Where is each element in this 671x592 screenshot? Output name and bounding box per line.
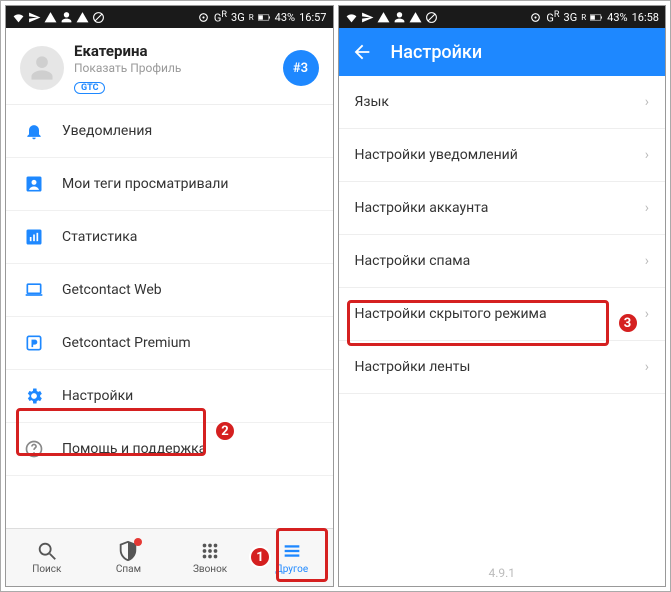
menu-item-label: Уведомления <box>62 123 152 139</box>
menu-item-label: Помощь и поддержка <box>62 441 206 457</box>
laptop-icon <box>24 280 44 300</box>
chevron-right-icon: › <box>645 306 649 322</box>
profile-info: Екатерина Показать Профиль GTC <box>74 42 273 94</box>
gtc-badge: GTC <box>74 82 105 94</box>
warning-icon <box>44 11 57 24</box>
tab-call[interactable]: Звонок <box>169 529 251 586</box>
bell-icon <box>24 121 44 141</box>
stats-icon <box>24 227 44 247</box>
app-bar: Настройки <box>339 28 666 76</box>
tab-label: Поиск <box>32 564 61 575</box>
location-icon <box>529 11 542 24</box>
location-icon <box>197 11 210 24</box>
bottom-nav: Поиск Спам Звонок Другое <box>6 528 333 586</box>
tab-label: Другое <box>275 564 308 575</box>
settings-list: Язык › Настройки уведомлений › Настройки… <box>339 76 666 554</box>
profile-header[interactable]: Екатерина Показать Профиль GTC #3 <box>6 28 333 105</box>
chevron-right-icon: › <box>645 147 649 163</box>
send-icon <box>361 11 374 24</box>
person-icon <box>60 11 73 24</box>
premium-icon <box>24 333 44 353</box>
warning-icon <box>377 11 390 24</box>
profile-name: Екатерина <box>74 42 273 60</box>
chevron-right-icon: › <box>645 253 649 269</box>
battery-text: 43% <box>275 11 295 24</box>
warning-icon <box>76 11 89 24</box>
menu-item-stats[interactable]: Статистика <box>6 211 333 264</box>
spam-badge <box>134 538 142 546</box>
menu-icon <box>281 540 303 562</box>
clock-text: 16:57 <box>299 11 326 24</box>
tab-label: Спам <box>116 564 141 575</box>
avatar-icon <box>28 54 56 82</box>
person-box-icon <box>24 174 44 194</box>
person-icon <box>393 11 406 24</box>
battery-icon <box>258 11 271 24</box>
battery-text: 43% <box>607 11 627 24</box>
chevron-right-icon: › <box>645 200 649 216</box>
menu-list: Уведомления Мои теги просматривали Стати… <box>6 105 333 528</box>
menu-item-label: Статистика <box>62 229 137 245</box>
send-icon <box>28 11 41 24</box>
help-icon <box>24 439 44 459</box>
setting-label: Настройки спама <box>355 253 471 269</box>
warning-icon <box>409 11 422 24</box>
tab-spam[interactable]: Спам <box>88 529 170 586</box>
signal-text-3g: 3G <box>231 11 245 24</box>
tab-search[interactable]: Поиск <box>6 529 88 586</box>
arrow-left-icon <box>351 41 373 63</box>
shield-icon <box>117 540 139 562</box>
search-icon <box>36 540 58 562</box>
clock-text: 16:58 <box>632 11 659 24</box>
battery-icon <box>590 11 603 24</box>
status-bar-right: GR 3GR 43% 16:58 <box>339 6 666 28</box>
menu-item-notifications[interactable]: Уведомления <box>6 105 333 158</box>
setting-label: Настройки уведомлений <box>355 147 518 163</box>
wifi-icon <box>345 11 358 24</box>
setting-notifications[interactable]: Настройки уведомлений › <box>339 129 666 182</box>
menu-item-settings[interactable]: Настройки <box>6 370 333 423</box>
version-label: 4.9.1 <box>339 554 666 586</box>
setting-hidden-mode[interactable]: Настройки скрытого режима › <box>339 288 666 341</box>
signal-text: GR <box>546 10 559 25</box>
setting-spam[interactable]: Настройки спама › <box>339 235 666 288</box>
menu-item-label: Getcontact Web <box>62 282 162 298</box>
nosync-icon <box>92 11 105 24</box>
chevron-right-icon: › <box>645 359 649 375</box>
tab-label: Звонок <box>193 564 227 575</box>
setting-feed[interactable]: Настройки ленты › <box>339 341 666 394</box>
setting-label: Язык <box>355 94 389 110</box>
signal-text-3g: 3G <box>564 11 578 24</box>
nosync-icon <box>425 11 438 24</box>
setting-language[interactable]: Язык › <box>339 76 666 129</box>
setting-label: Настройки скрытого режима <box>355 306 547 322</box>
rank-badge: #3 <box>283 50 319 86</box>
setting-label: Настройки аккаунта <box>355 200 489 216</box>
profile-subtitle: Показать Профиль <box>74 61 273 75</box>
phone-right: GR 3GR 43% 16:58 Настройки Язык › Настро… <box>338 5 667 587</box>
avatar <box>20 46 64 90</box>
menu-item-label: Настройки <box>62 388 133 404</box>
menu-item-label: Мои теги просматривали <box>62 176 228 192</box>
setting-label: Настройки ленты <box>355 359 471 375</box>
wifi-icon <box>12 11 25 24</box>
menu-item-help[interactable]: Помощь и поддержка <box>6 423 333 476</box>
back-button[interactable] <box>351 41 373 63</box>
menu-item-tags[interactable]: Мои теги просматривали <box>6 158 333 211</box>
status-bar-left: GR 3GR 43% 16:57 <box>6 6 333 28</box>
gear-icon <box>24 386 44 406</box>
signal-text: GR <box>214 10 227 25</box>
menu-item-label: Getcontact Premium <box>62 335 191 351</box>
menu-item-web[interactable]: Getcontact Web <box>6 264 333 317</box>
appbar-title: Настройки <box>391 42 483 63</box>
setting-account[interactable]: Настройки аккаунта › <box>339 182 666 235</box>
tab-other[interactable]: Другое <box>251 529 333 586</box>
dialpad-icon <box>199 540 221 562</box>
phone-left: GR 3GR 43% 16:57 Екатерина Показать Проф… <box>5 5 334 587</box>
menu-item-premium[interactable]: Getcontact Premium <box>6 317 333 370</box>
chevron-right-icon: › <box>645 94 649 110</box>
